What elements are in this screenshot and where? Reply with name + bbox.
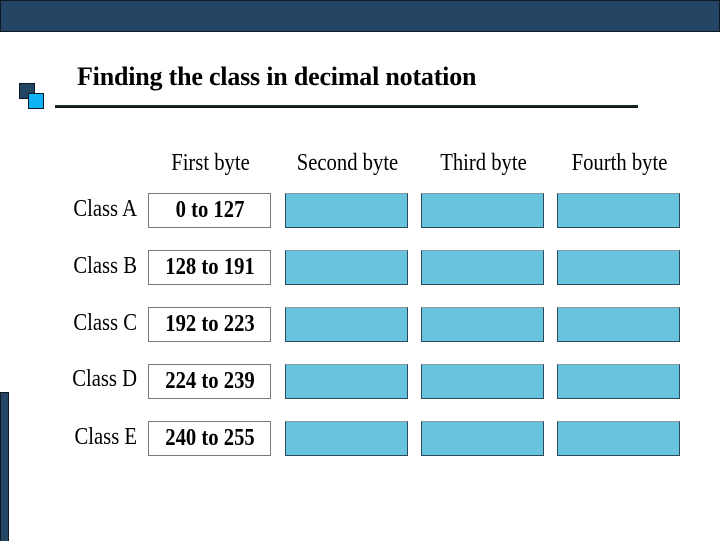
row-label: Class B [73, 253, 137, 279]
title-bullet-light-square-icon [28, 93, 44, 109]
first-byte-cell: 0 to 127 [148, 193, 271, 228]
fourth-byte-cell [557, 307, 680, 342]
second-byte-cell [285, 250, 408, 285]
third-byte-cell [421, 250, 544, 285]
second-byte-cell [285, 307, 408, 342]
row-label: Class E [74, 424, 137, 450]
first-byte-range: 224 to 239 [164, 368, 255, 394]
column-header-fourth-byte: Fourth byte [571, 150, 668, 176]
fourth-byte-cell [557, 421, 680, 456]
column-header-first-byte: First byte [171, 150, 250, 176]
column-header-second-byte: Second byte [296, 150, 399, 176]
row-label: Class A [73, 196, 137, 222]
first-byte-cell: 240 to 255 [148, 421, 271, 456]
first-byte-range: 0 to 127 [175, 197, 244, 223]
second-byte-cell [285, 364, 408, 399]
third-byte-cell [421, 421, 544, 456]
first-byte-range: 240 to 255 [164, 425, 255, 451]
fourth-byte-cell [557, 250, 680, 285]
fourth-byte-cell [557, 193, 680, 228]
fourth-byte-cell [557, 364, 680, 399]
third-byte-cell [421, 307, 544, 342]
column-header-third-byte: Third byte [440, 150, 527, 176]
title-underline [55, 105, 638, 108]
third-byte-cell [421, 364, 544, 399]
row-label: Class C [73, 310, 137, 336]
first-byte-range: 192 to 223 [164, 311, 255, 337]
first-byte-cell: 224 to 239 [148, 364, 271, 399]
second-byte-cell [285, 193, 408, 228]
first-byte-cell: 128 to 191 [148, 250, 271, 285]
first-byte-cell: 192 to 223 [148, 307, 271, 342]
third-byte-cell [421, 193, 544, 228]
row-label: Class D [72, 366, 137, 392]
top-banner [0, 0, 720, 32]
left-accent-bar [0, 392, 9, 541]
second-byte-cell [285, 421, 408, 456]
first-byte-range: 128 to 191 [164, 254, 255, 280]
slide-title: Finding the class in decimal notation [77, 62, 477, 91]
